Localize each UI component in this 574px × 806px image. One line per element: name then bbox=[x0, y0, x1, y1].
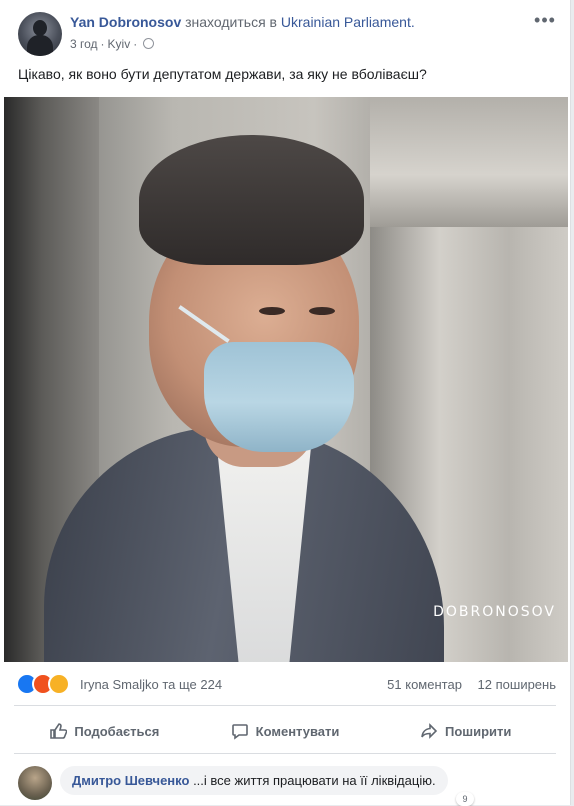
more-options-icon[interactable]: ••• bbox=[532, 11, 558, 34]
divider bbox=[14, 705, 556, 706]
post-card: Yan Dobronosov знаходиться в Ukrainian P… bbox=[0, 0, 571, 806]
reactions-summary[interactable]: Iryna Smaljko та ще 224 bbox=[80, 677, 222, 692]
author-avatar[interactable] bbox=[18, 12, 62, 56]
share-button-label: Поширити bbox=[444, 723, 512, 739]
avatar-body-shape bbox=[27, 35, 53, 56]
photo-face-mask bbox=[204, 342, 354, 452]
photo-eye bbox=[259, 307, 285, 315]
commenter-name[interactable]: Дмитро Шевченко bbox=[72, 773, 189, 788]
photo-watermark: DOBRONOSOV bbox=[433, 604, 556, 620]
post-header: Yan Dobronosov знаходиться в Ukrainian P… bbox=[14, 11, 558, 56]
shares-count[interactable]: 12 поширень bbox=[478, 677, 556, 692]
like-button-label: Подобається bbox=[74, 723, 160, 739]
checkin-place[interactable]: Ukrainian Parliament. bbox=[281, 14, 415, 30]
comment-button[interactable]: Коментувати bbox=[195, 713, 376, 749]
comments-count[interactable]: 51 коментар bbox=[387, 677, 462, 692]
post-location[interactable]: Kyiv bbox=[108, 37, 131, 51]
post-headline: Yan Dobronosov знаходиться в Ukrainian P… bbox=[70, 14, 415, 30]
divider bbox=[14, 753, 556, 754]
thumbs-up-icon bbox=[50, 723, 68, 739]
meta-separator: · bbox=[100, 37, 105, 51]
share-arrow-icon bbox=[421, 723, 438, 739]
post-meta: 3 год · Kyiv · bbox=[70, 37, 155, 51]
share-button[interactable]: Поширити bbox=[375, 713, 556, 749]
comment-icon bbox=[231, 724, 248, 740]
comment-item: Дмитро Шевченко ...і все життя працювати… bbox=[14, 764, 556, 806]
photo-ledge bbox=[370, 97, 568, 227]
comment-bubble: Дмитро Шевченко ...і все життя працювати… bbox=[60, 766, 448, 795]
meta-separator: · bbox=[133, 37, 138, 51]
post-counts: 51 коментар 12 поширень bbox=[375, 677, 556, 692]
comment-text: ...і все життя працювати на її ліквідаці… bbox=[193, 773, 436, 788]
avatar-head-shape bbox=[33, 20, 47, 36]
comment-button-label: Коментувати bbox=[255, 723, 340, 739]
sad-reaction-icon[interactable] bbox=[48, 673, 70, 695]
checkin-prefix: знаходиться в bbox=[185, 14, 277, 30]
post-time[interactable]: 3 год bbox=[70, 37, 98, 51]
author-name[interactable]: Yan Dobronosov bbox=[70, 14, 181, 30]
post-text: Цікаво, як воно бути депутатом держави, … bbox=[18, 66, 427, 82]
reactions-row: Iryna Smaljko та ще 224 51 коментар 12 п… bbox=[16, 673, 556, 697]
globe-icon[interactable] bbox=[143, 38, 155, 49]
like-button[interactable]: Подобається bbox=[14, 713, 195, 749]
post-photo[interactable]: DOBRONOSOV bbox=[4, 97, 568, 662]
post-actions: Подобається Коментувати Поширити bbox=[14, 713, 556, 749]
photo-eye bbox=[309, 307, 335, 315]
comment-reaction-count[interactable]: 9 bbox=[456, 792, 474, 806]
photo-hair bbox=[139, 135, 364, 265]
commenter-avatar[interactable] bbox=[18, 766, 52, 800]
